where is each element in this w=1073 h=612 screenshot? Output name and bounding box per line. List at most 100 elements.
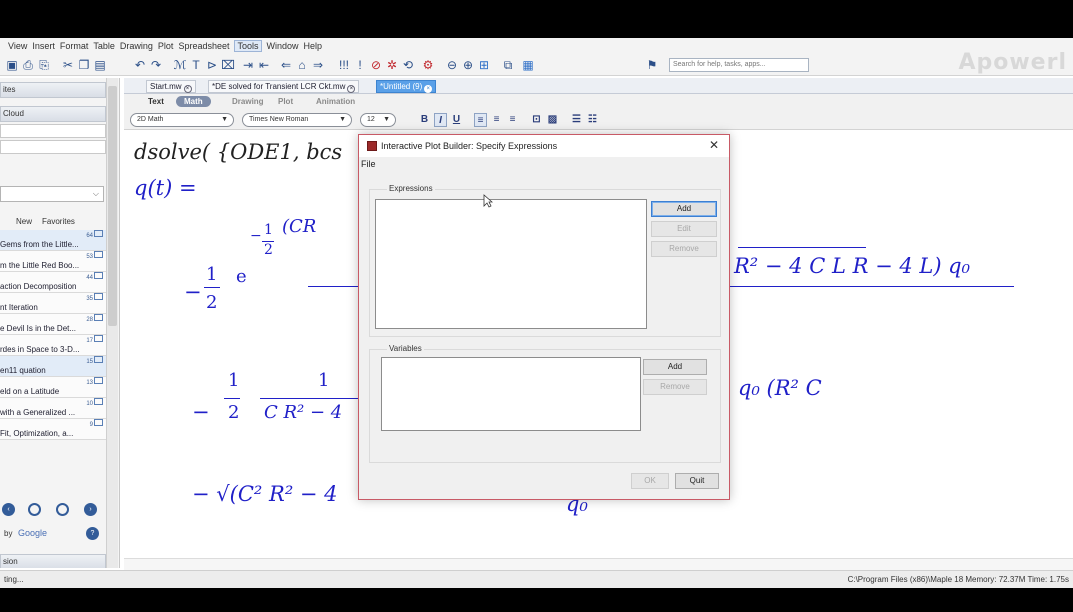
home-icon[interactable]: ⌂ — [294, 57, 310, 73]
help-icon[interactable]: ⚑ — [644, 57, 660, 73]
edit-expression-button[interactable]: Edit — [651, 221, 717, 237]
close-icon[interactable]: ✕ — [709, 138, 719, 152]
outdent-icon[interactable]: ⇤ — [256, 57, 272, 73]
cloud-search-field[interactable] — [0, 124, 106, 138]
list-item[interactable]: 64 Gems from the Little... — [0, 230, 106, 251]
menu-window[interactable]: Window — [267, 41, 299, 51]
expressions-list[interactable] — [375, 199, 647, 329]
restart-icon[interactable]: ⟲ — [400, 57, 416, 73]
menu-view[interactable]: View — [8, 41, 27, 51]
list-item[interactable]: 17 rdes in Space to 3-D... — [0, 335, 106, 356]
text-input-icon[interactable]: T — [188, 57, 204, 73]
bullet-list-icon[interactable]: ☰ — [570, 113, 583, 127]
worksheet-scrollbar[interactable] — [124, 558, 1073, 570]
list-item[interactable]: 44 action Decomposition — [0, 272, 106, 293]
cloud-group-select[interactable]: ⌵ — [0, 186, 104, 202]
paste-icon[interactable]: ▤ — [92, 57, 108, 73]
sidebar-header-expression[interactable]: sion — [0, 554, 106, 568]
dialog-menu-file[interactable]: File — [361, 159, 376, 169]
indent-icon[interactable]: ⇥ — [240, 57, 256, 73]
close-icon[interactable]: × — [424, 85, 433, 93]
mode-math[interactable]: Math — [176, 96, 211, 107]
add-expression-button[interactable]: Add — [651, 201, 717, 217]
list-item[interactable]: 15 en11 quation — [0, 356, 106, 377]
first-page-icon[interactable]: ‹ — [2, 503, 15, 516]
mode-plot[interactable]: Plot — [278, 97, 293, 106]
menu-format[interactable]: Format — [60, 41, 89, 51]
list-item[interactable]: 9 Fit, Optimization, a... — [0, 419, 106, 440]
close-icon[interactable]: × — [183, 85, 192, 93]
scroll-thumb[interactable] — [108, 86, 117, 326]
section-icon[interactable]: ⌧ — [220, 57, 236, 73]
menu-plot[interactable]: Plot — [158, 41, 174, 51]
close-icon[interactable]: × — [347, 85, 356, 93]
input-mode-select[interactable]: 2D Math ▼ — [130, 113, 234, 127]
cut-icon[interactable]: ✂ — [60, 57, 76, 73]
list-item[interactable]: 53 m the Little Red Boo... — [0, 251, 106, 272]
next-page-icon[interactable] — [56, 503, 69, 516]
menu-spreadsheet[interactable]: Spreadsheet — [178, 41, 229, 51]
tab-start[interactable]: Start.mw × — [146, 80, 196, 93]
mode-animation[interactable]: Animation — [316, 97, 355, 106]
undo-icon[interactable]: ↶ — [132, 57, 148, 73]
back-icon[interactable]: ⇐ — [278, 57, 294, 73]
zoom-fit-icon[interactable]: ⊞ — [476, 57, 492, 73]
save-icon[interactable]: ▣ — [4, 57, 20, 73]
menu-help[interactable]: Help — [304, 41, 323, 51]
list-item[interactable]: 28 e Devil Is in the Det... — [0, 314, 106, 335]
zoom-out-icon[interactable]: ⊖ — [444, 57, 460, 73]
tab-untitled[interactable]: *Untitled (9) × — [376, 80, 437, 93]
remove-expression-button[interactable]: Remove — [651, 241, 717, 257]
italic-button[interactable]: I — [434, 113, 447, 127]
tab-de-solved[interactable]: *DE solved for Transient LCR Ckt.mw × — [208, 80, 360, 93]
highlight-color-icon[interactable]: ▨ — [546, 113, 559, 127]
mode-drawing[interactable]: Drawing — [232, 97, 264, 106]
add-variable-button[interactable]: Add — [643, 359, 707, 375]
sidebar-header-favorites[interactable]: ites — [0, 82, 106, 98]
menu-tools[interactable]: Tools — [234, 40, 262, 52]
list-item[interactable]: 13 eld on a Latitude — [0, 377, 106, 398]
tab-new[interactable]: New — [16, 217, 32, 226]
align-left-icon[interactable]: ≡ — [474, 113, 487, 127]
font-size-select[interactable]: 12 ▼ — [360, 113, 396, 127]
search-input[interactable]: Search for help, tasks, apps... — [669, 58, 809, 72]
forward-icon[interactable]: ⇒ — [310, 57, 326, 73]
text-color-icon[interactable]: ⊡ — [530, 113, 543, 127]
print-preview-icon[interactable]: ⎘ — [36, 57, 52, 73]
zoom-in-icon[interactable]: ⊕ — [460, 57, 476, 73]
align-right-icon[interactable]: ≡ — [506, 113, 519, 127]
ok-button[interactable]: OK — [631, 473, 669, 489]
bold-button[interactable]: B — [418, 113, 431, 127]
previous-page-icon[interactable] — [28, 503, 41, 516]
last-page-icon[interactable]: › — [84, 503, 97, 516]
cloud-user-field[interactable] — [0, 140, 106, 154]
debug-icon[interactable]: ✲ — [384, 57, 400, 73]
layout-icon[interactable]: ⧉ — [500, 57, 516, 73]
redo-icon[interactable]: ↷ — [148, 57, 164, 73]
stop-icon[interactable]: ⊘ — [368, 57, 384, 73]
menu-insert[interactable]: Insert — [32, 41, 55, 51]
execution-group-icon[interactable]: ⊳ — [204, 57, 220, 73]
mode-text[interactable]: Text — [148, 97, 164, 106]
sidebar-scrollbar[interactable] — [106, 78, 118, 568]
execute-icon[interactable]: ! — [352, 57, 368, 73]
variables-list[interactable] — [381, 357, 641, 431]
font-select[interactable]: Times New Roman ▼ — [242, 113, 352, 127]
list-item[interactable]: 10 with a Generalized ... — [0, 398, 106, 419]
tools-icon[interactable]: ⚙ — [420, 57, 436, 73]
math-input-icon[interactable]: ℳ — [172, 57, 188, 73]
print-icon[interactable]: ⎙ — [20, 57, 36, 73]
menu-table[interactable]: Table — [93, 41, 115, 51]
sidebar-header-cloud[interactable]: Cloud — [0, 106, 106, 122]
dialog-title-bar[interactable]: Interactive Plot Builder: Specify Expres… — [359, 135, 729, 157]
help-page-icon[interactable]: ▦ — [520, 57, 536, 73]
underline-button[interactable]: U — [450, 113, 463, 127]
remove-variable-button[interactable]: Remove — [643, 379, 707, 395]
align-center-icon[interactable]: ≡ — [490, 113, 503, 127]
execute-all-icon[interactable]: !!! — [336, 57, 352, 73]
tab-favorites[interactable]: Favorites — [42, 217, 75, 226]
copy-icon[interactable]: ❐ — [76, 57, 92, 73]
menu-drawing[interactable]: Drawing — [120, 41, 153, 51]
list-item[interactable]: 35 nt Iteration — [0, 293, 106, 314]
help-icon[interactable]: ? — [86, 527, 99, 540]
